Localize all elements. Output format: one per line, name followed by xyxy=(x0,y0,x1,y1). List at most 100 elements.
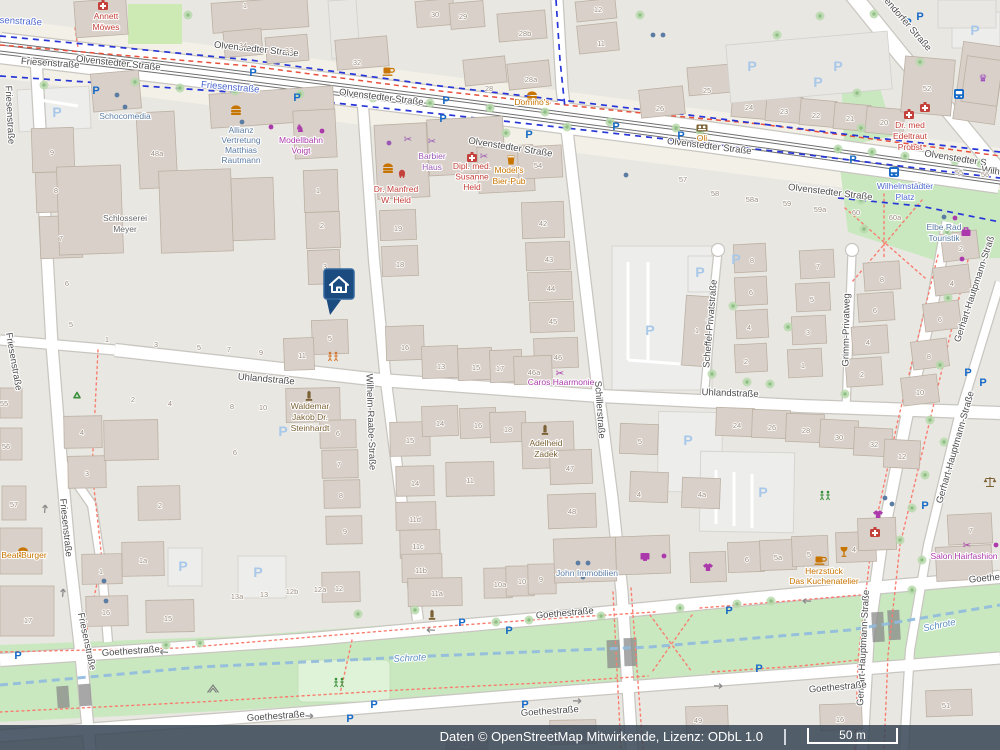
house-number: 6 xyxy=(65,279,69,288)
house-number: 7 xyxy=(59,234,63,243)
tree-icon xyxy=(638,13,641,16)
house-number: 2 xyxy=(744,357,748,366)
house-number: 1 xyxy=(695,326,699,335)
house-number: 60 xyxy=(852,208,860,217)
tree-icon xyxy=(164,643,167,646)
poi-label: Probst xyxy=(898,142,923,152)
jewelry-shop-icon: ♛ xyxy=(979,74,988,85)
house-number: 28 xyxy=(802,426,810,435)
house-number: 55 xyxy=(0,399,8,408)
scale-bar: 50 m xyxy=(807,728,898,744)
poi-dot-icon xyxy=(269,125,274,130)
poi-label: Jakob Dr. xyxy=(292,412,328,422)
house-number: 28a xyxy=(525,75,538,84)
tree-icon xyxy=(898,538,901,541)
parking-area-icon: P xyxy=(52,104,61,120)
house-number: 3 xyxy=(85,469,89,478)
hairdresser-icon: ✂ xyxy=(963,541,971,552)
parking-area-icon: P xyxy=(758,484,767,500)
parking-area-icon: P xyxy=(731,251,740,267)
house-number: 3 xyxy=(154,340,158,349)
house-number: 13 xyxy=(260,590,268,599)
parking-icon: P xyxy=(249,67,256,79)
parking-area-icon: P xyxy=(813,74,822,90)
tree-icon xyxy=(923,473,926,476)
poi-label: Steinhardt xyxy=(291,423,330,433)
house-number: 18 xyxy=(504,425,512,434)
house-number: 17 xyxy=(496,364,504,373)
parking-icon: P xyxy=(921,500,928,512)
building xyxy=(0,586,54,636)
house-number: 9 xyxy=(259,348,263,357)
poi-label: Dr. med xyxy=(895,120,925,130)
poi-label: Wilhelmstädter xyxy=(877,181,933,191)
street-label: Uhlandstraße xyxy=(701,387,758,400)
poi-label: Zadek xyxy=(534,449,558,459)
house-number: 24 xyxy=(733,421,741,430)
building xyxy=(231,177,275,240)
parking-icon: P xyxy=(755,663,762,675)
street-label: esenstraße xyxy=(0,15,42,28)
poi-dot-icon xyxy=(994,543,999,548)
poi-label: W. Held xyxy=(381,195,411,205)
parking-icon: P xyxy=(346,713,353,725)
poi-dot-icon xyxy=(651,33,656,38)
building xyxy=(305,211,340,248)
house-number: 48 xyxy=(568,507,576,516)
house-number: 56 xyxy=(2,442,10,451)
pub-icon xyxy=(508,156,515,165)
poi-dot-icon xyxy=(387,141,392,146)
pedestrian-crossing xyxy=(56,686,70,709)
house-number: 32 xyxy=(353,58,361,67)
house-number: 4 xyxy=(80,428,84,437)
tree-icon xyxy=(356,612,359,615)
poi-label: Matthias xyxy=(225,145,257,155)
house-number: 10 xyxy=(916,388,924,397)
poi-dot-icon xyxy=(942,215,947,220)
tree-icon xyxy=(565,125,568,128)
poi-label: Oli xyxy=(697,133,708,143)
building xyxy=(577,22,620,54)
house-number: 5a xyxy=(774,553,783,562)
building xyxy=(734,343,767,373)
parking-area-icon: P xyxy=(970,22,979,38)
house-number: 59a xyxy=(814,205,827,214)
poi-label: Allianz xyxy=(228,125,253,135)
house-number: 2 xyxy=(131,395,135,404)
map-canvas[interactable]: ✂✂✂✂✂♞♛PPPPPPPPPPPPPPPPPPPPPPPPPPPPPPPPP… xyxy=(0,0,1000,750)
tree-icon xyxy=(527,618,530,621)
building xyxy=(938,0,996,28)
house-number: 9 xyxy=(343,527,347,536)
svg-text:♞: ♞ xyxy=(295,123,305,135)
parking-icon: P xyxy=(92,85,99,97)
house-number: 58a xyxy=(746,195,759,204)
house-number: 6 xyxy=(336,429,340,438)
cinema-icon xyxy=(697,125,708,132)
poi-dot-icon xyxy=(890,502,895,507)
poi-label: Meyer xyxy=(113,224,137,234)
fast-food-icon xyxy=(231,105,241,115)
map-viewport[interactable]: ✂✂✂✂✂♞♛PPPPPPPPPPPPPPPPPPPPPPPPPPPPPPPPP… xyxy=(0,0,1000,750)
house-number: 8 xyxy=(927,352,931,361)
parking-icon: P xyxy=(458,617,465,629)
house-number: 43 xyxy=(545,255,553,264)
house-number: 57 xyxy=(10,500,18,509)
house-number: 11b xyxy=(415,566,427,575)
house-number: 49 xyxy=(694,716,702,725)
poi-label: Rautmann xyxy=(221,155,260,165)
poi-label: Bier-Pub xyxy=(492,176,525,186)
poi-label: Adelheid xyxy=(529,438,562,448)
tree-icon xyxy=(768,382,771,385)
poi-label: Annett xyxy=(94,11,119,21)
tree-icon xyxy=(678,606,681,609)
pedestrian-crossing xyxy=(78,684,92,707)
tree-icon xyxy=(859,126,862,129)
house-number: 6 xyxy=(749,288,753,297)
poi-label: Dipl. med. xyxy=(453,161,491,171)
poi-label: Platz xyxy=(896,192,915,202)
house-number: 15 xyxy=(406,436,414,445)
house-number: 32 xyxy=(870,440,878,449)
tree-icon xyxy=(872,12,875,15)
house-number: 6 xyxy=(938,315,942,324)
parking-area-icon: P xyxy=(747,58,756,74)
